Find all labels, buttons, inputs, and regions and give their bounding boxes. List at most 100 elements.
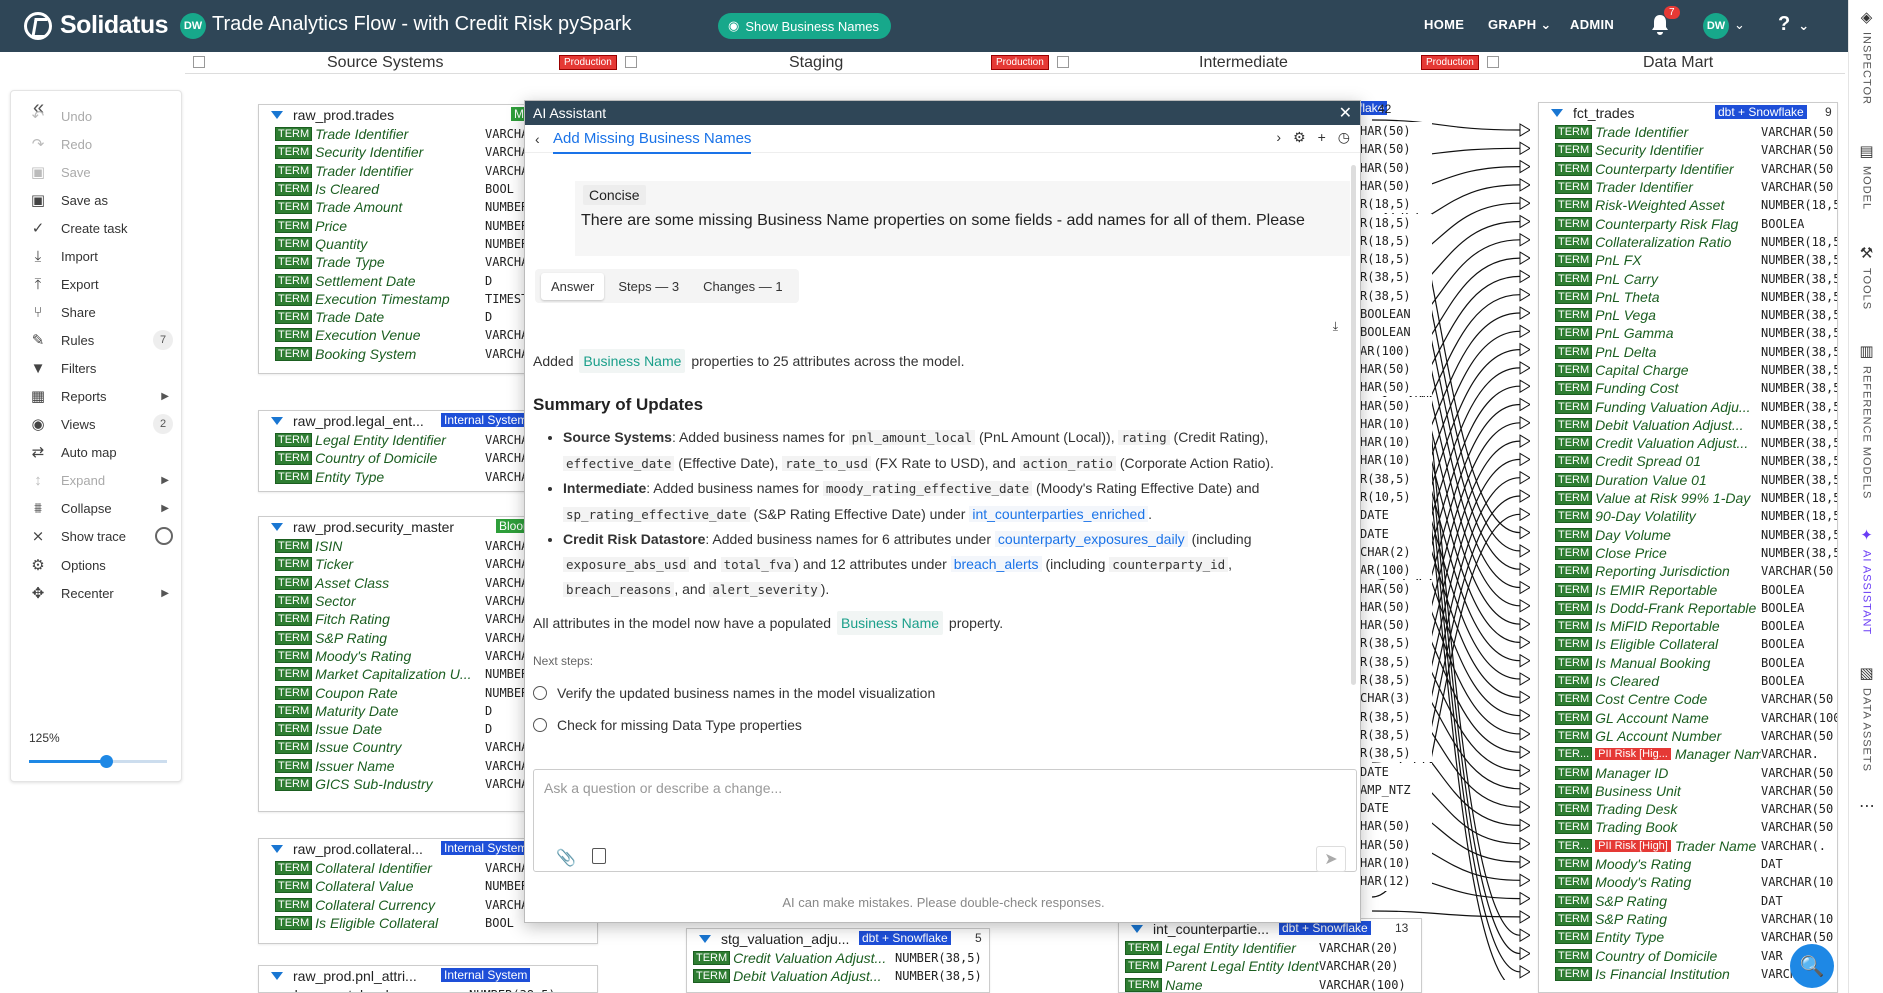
field-row[interactable]: TERM PnL Delta NUMBER(38,5 xyxy=(1539,343,1837,361)
chevron-right-icon[interactable]: ▶ xyxy=(161,588,169,599)
field-row[interactable]: TERM Reporting Jurisdiction VARCHAR(50 xyxy=(1539,562,1837,580)
entity-card[interactable]: raw_prod.pnl_attri... Internal System pnl_… xyxy=(258,965,598,993)
entity-card[interactable]: int_counterpartie... dbt + Snowflake 13 TER… xyxy=(1118,918,1422,993)
chevron-left-icon[interactable]: ‹ xyxy=(535,131,540,147)
document-icon[interactable] xyxy=(592,848,606,864)
field-row[interactable]: TERM Manager ID VARCHAR(50 xyxy=(1539,763,1837,781)
field-row[interactable]: TERM Moody's Rating DAT xyxy=(1539,855,1837,873)
chevron-right-icon[interactable]: ▶ xyxy=(161,391,169,402)
sidebar-item-rules[interactable]: ✎ Rules 7 xyxy=(27,327,177,353)
attach-icon[interactable]: 📎 xyxy=(556,848,576,868)
expand-triangle-icon[interactable] xyxy=(271,523,283,531)
more-icon[interactable]: ⋯ xyxy=(1859,796,1875,816)
crosshair-icon[interactable] xyxy=(155,527,173,545)
rail-tab-ai-assistant[interactable]: ✦ AI ASSISTANT xyxy=(1849,526,1883,635)
field-row[interactable]: TERM Trading Desk VARCHAR(50 xyxy=(1539,800,1837,818)
field-row[interactable]: TERM Is Eligible Collateral BOOLEA xyxy=(1539,635,1837,653)
response-style-chip[interactable]: Concise xyxy=(583,185,646,205)
field-row[interactable]: TERM Credit Spread 01 NUMBER(38,5 xyxy=(1539,452,1837,470)
sidebar-item-collapse[interactable]: ⩩ Collapse ▶ xyxy=(27,495,177,521)
sidebar-item-reports[interactable]: ▦ Reports ▶ xyxy=(27,383,177,409)
rail-tab-data-assets[interactable]: ▧ DATA ASSETS xyxy=(1849,664,1883,772)
conversation-title[interactable]: Add Missing Business Names xyxy=(553,130,752,154)
sidebar-item-auto-map[interactable]: ⇄ Auto map xyxy=(27,439,177,465)
field-row[interactable]: TERM PnL FX NUMBER(38,5 xyxy=(1539,251,1837,269)
field-row[interactable]: TERM Credit Valuation Adjust... NUMBER(38,… xyxy=(687,949,989,967)
stage-collapse-icon[interactable] xyxy=(1057,56,1069,68)
next-step-item[interactable]: Check for missing Data Type properties xyxy=(533,713,1333,737)
field-row[interactable]: TERM Is MiFID Reportable BOOLEA xyxy=(1539,617,1837,635)
field-row[interactable]: TERM GL Account Name VARCHAR(100 xyxy=(1539,709,1837,727)
stage-source-systems[interactable]: Source Systems xyxy=(327,54,443,72)
rail-tab-inspector[interactable]: ◈ INSPECTOR xyxy=(1849,8,1883,105)
field-row[interactable]: pnl_amount_local NUMBER(38,5) xyxy=(259,986,597,992)
nav-admin[interactable]: ADMIN xyxy=(1570,17,1614,32)
stage-collapse-icon[interactable] xyxy=(193,56,205,68)
field-row[interactable]: TERM Collateralization Ratio NUMBER(18,5 xyxy=(1539,233,1837,251)
field-row[interactable]: TERM S&P Rating VARCHAR(10 xyxy=(1539,910,1837,928)
rail-tab-reference-models[interactable]: ▥ REFERENCE MODELS xyxy=(1849,342,1883,499)
nav-home[interactable]: HOME xyxy=(1424,17,1464,32)
field-row[interactable]: TERM Day Volume NUMBER(38,5 xyxy=(1539,526,1837,544)
field-row[interactable]: TERM Counterparty Identifier VARCHAR(50 xyxy=(1539,160,1837,178)
sidebar-item-options[interactable]: ⚙ Options xyxy=(27,552,177,578)
chevron-right-icon[interactable]: ▶ xyxy=(161,503,169,514)
field-row[interactable]: TERM Trade Identifier VARCHAR(50 xyxy=(1539,123,1837,141)
solidatus-logo[interactable]: Solidatus xyxy=(24,11,169,40)
help-button[interactable]: ? ⌄ xyxy=(1778,13,1809,36)
chevron-right-icon[interactable]: ▶ xyxy=(161,475,169,486)
rail-tab-tools[interactable]: ⚒ TOOLS xyxy=(1849,244,1883,310)
nav-graph[interactable]: GRAPH ⌄ xyxy=(1488,17,1552,33)
field-row[interactable]: TERM Capital Charge NUMBER(38,5 xyxy=(1539,361,1837,379)
sidebar-item-export[interactable]: ⤒ Export xyxy=(27,271,177,297)
field-row[interactable]: TERM Is EMIR Reportable BOOLEA xyxy=(1539,580,1837,598)
tab-steps[interactable]: Steps — 3 xyxy=(608,273,689,300)
field-row[interactable]: TERM Security Identifier VARCHAR(50 xyxy=(1539,141,1837,159)
notifications-button[interactable]: 7 xyxy=(1650,6,1680,36)
sidebar-item-save-as[interactable]: ▣ Save as xyxy=(27,187,177,213)
expand-triangle-icon[interactable] xyxy=(699,935,711,943)
history-icon[interactable]: ◷ xyxy=(1338,129,1350,146)
stage-data-mart[interactable]: Data Mart xyxy=(1643,54,1713,72)
entity-link[interactable]: counterparty_exposures_daily xyxy=(994,531,1188,547)
rail-tab-model[interactable]: ▤ MODEL xyxy=(1849,142,1883,210)
answer-scrollbar[interactable] xyxy=(1351,165,1356,685)
field-row[interactable]: TERM 90-Day Volatility NUMBER(18,5 xyxy=(1539,507,1837,525)
sidebar-item-create-task[interactable]: ✓ Create task xyxy=(27,215,177,241)
field-row[interactable]: TERM Duration Value 01 NUMBER(38,5 xyxy=(1539,471,1837,489)
field-row[interactable]: TERM S&P Rating DAT xyxy=(1539,891,1837,909)
field-row[interactable]: TERM Is Cleared BOOLEA xyxy=(1539,672,1837,690)
entity-header[interactable]: fct_trades dbt + Snowflake 9 xyxy=(1539,103,1837,123)
zoom-slider[interactable] xyxy=(29,755,167,768)
sidebar-item-share[interactable]: ⑂ Share xyxy=(27,299,177,325)
entity-header[interactable]: raw_prod.pnl_attri... Internal System xyxy=(259,966,597,986)
sidebar-item-filters[interactable]: ▼ Filters xyxy=(27,355,177,381)
gear-icon[interactable]: ⚙ xyxy=(1293,129,1306,146)
sidebar-item-views[interactable]: ◉ Views 2 xyxy=(27,411,177,437)
field-row[interactable]: TERM PnL Theta NUMBER(38,5 xyxy=(1539,288,1837,306)
field-row[interactable]: TERM Value at Risk 99% 1-Day NUMBER(18,5 xyxy=(1539,489,1837,507)
user-avatar[interactable]: DW xyxy=(1703,13,1729,39)
field-row[interactable]: TERM Entity Type VARCHAR(50 xyxy=(1539,928,1837,946)
entity-card[interactable]: stg_valuation_adju... dbt + Snowflake 5 TER… xyxy=(686,928,990,993)
entity-card-fct-trades[interactable]: fct_trades dbt + Snowflake 9 TERM Trade Iden… xyxy=(1538,102,1838,993)
field-row[interactable]: TERM Counterparty Risk Flag BOOLEA xyxy=(1539,214,1837,232)
field-row[interactable]: TERM Trader Identifier VARCHAR(50 xyxy=(1539,178,1837,196)
tab-changes[interactable]: Changes — 1 xyxy=(693,273,793,300)
field-row[interactable]: TERM Funding Cost NUMBER(38,5 xyxy=(1539,379,1837,397)
chevron-right-icon[interactable]: › xyxy=(1276,129,1281,146)
entity-header[interactable]: stg_valuation_adju... dbt + Snowflake 5 xyxy=(687,929,989,949)
field-row[interactable]: TERM Trading Book VARCHAR(50 xyxy=(1539,818,1837,836)
field-row[interactable]: TERM Credit Valuation Adjust... NUMBER(38,… xyxy=(1539,434,1837,452)
field-row[interactable]: TERM Cost Centre Code VARCHAR(50 xyxy=(1539,690,1837,708)
field-row[interactable]: TERM Legal Entity Identifier VARCHAR(20) xyxy=(1119,939,1421,957)
field-row[interactable]: TERM PnL Vega NUMBER(38,5 xyxy=(1539,306,1837,324)
field-row[interactable]: TERM PnL Gamma NUMBER(38,5 xyxy=(1539,324,1837,342)
expand-triangle-icon[interactable] xyxy=(271,417,283,425)
expand-triangle-icon[interactable] xyxy=(1551,109,1563,117)
field-row[interactable]: TERM PnL Carry NUMBER(38,5 xyxy=(1539,269,1837,287)
expand-triangle-icon[interactable] xyxy=(271,972,283,980)
field-row[interactable]: TERM Is Manual Booking BOOLEA xyxy=(1539,654,1837,672)
field-row[interactable]: TER... PII Risk [Hig... Manager Name VARCHA… xyxy=(1539,745,1837,763)
download-icon[interactable]: ⤓ xyxy=(1333,319,1338,334)
